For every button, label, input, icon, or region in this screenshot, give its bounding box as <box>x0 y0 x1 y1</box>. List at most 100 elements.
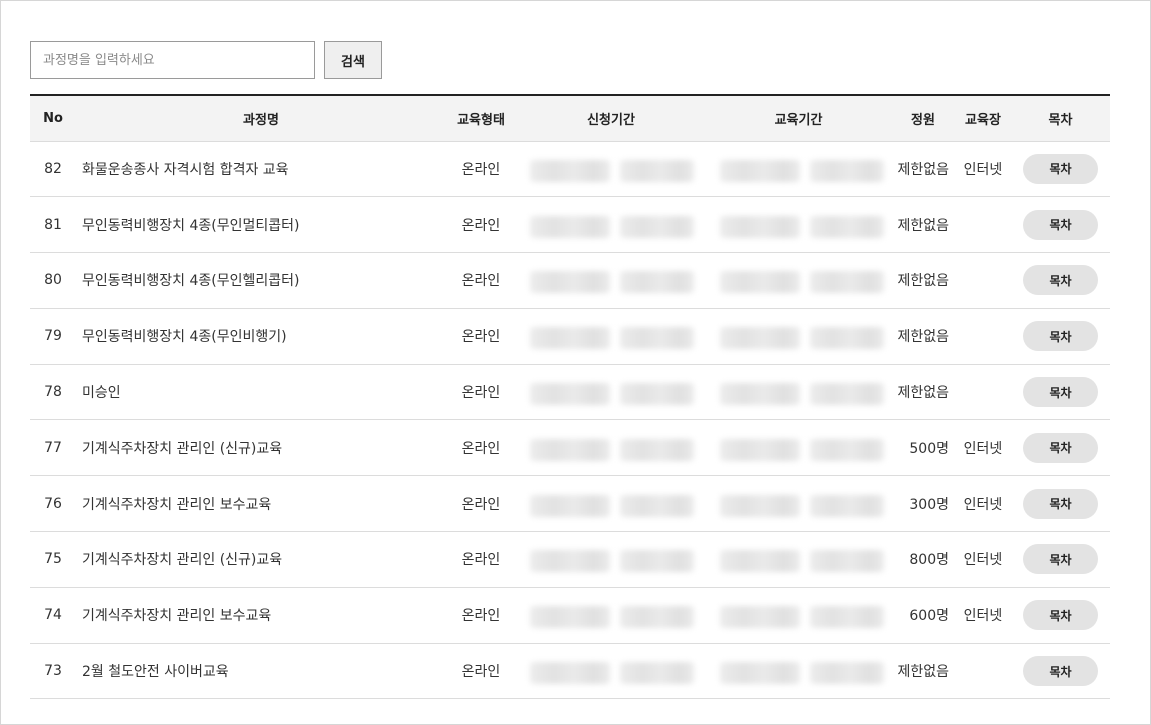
edu-type: 온라인 <box>461 217 501 234</box>
table-row: 73 2월 철도안전 사이버교육 온라인 제한없음 목차 <box>30 643 1110 699</box>
table-row: 79 무인동력비행장치 4종(무인비행기) 온라인 제한없음 목차 <box>30 308 1110 365</box>
apply-period-blurred <box>516 587 706 643</box>
header-type: 교육형태 <box>446 95 516 142</box>
edu-period-blurred <box>706 197 891 253</box>
course-title[interactable]: 기계식주차장치 관리인 (신규)교육 <box>76 420 446 476</box>
edu-type: 온라인 <box>461 664 501 681</box>
edu-place: 인터넷 <box>963 440 1003 457</box>
toc-button[interactable]: 목차 <box>1023 432 1098 463</box>
header-place: 교육장 <box>955 95 1011 142</box>
edu-period-blurred <box>706 420 891 476</box>
row-number: 79 <box>44 328 62 345</box>
capacity: 제한없음 <box>897 161 949 178</box>
edu-place <box>955 308 1011 364</box>
toc-button[interactable]: 목차 <box>1023 656 1098 687</box>
header-edu-period: 교육기간 <box>706 95 891 142</box>
course-title[interactable]: 화물운송종사 자격시험 합격자 교육 <box>76 141 446 197</box>
apply-period-blurred <box>516 197 706 253</box>
row-number: 74 <box>44 607 62 624</box>
edu-period-blurred <box>706 253 891 309</box>
course-title[interactable]: 무인동력비행장치 4종(무인비행기) <box>76 308 446 364</box>
course-title[interactable]: 무인동력비행장치 4종(무인헬리콥터) <box>76 253 446 309</box>
course-title[interactable]: 2월 철도안전 사이버교육 <box>76 643 446 699</box>
capacity: 제한없음 <box>897 273 949 290</box>
toc-cell: 목차 <box>1011 587 1110 643</box>
toc-button[interactable]: 목차 <box>1023 488 1098 519</box>
table-row: 82 화물운송종사 자격시험 합격자 교육 온라인 제한없음 인터넷 목차 <box>30 141 1110 197</box>
table-row: 81 무인동력비행장치 4종(무인멀티콥터) 온라인 제한없음 목차 <box>30 197 1110 253</box>
toc-cell: 목차 <box>1011 476 1110 532</box>
row-number: 82 <box>44 160 62 177</box>
table-row: 75 기계식주차장치 관리인 (신규)교육 온라인 800명 인터넷 목차 <box>30 532 1110 588</box>
edu-place: 인터넷 <box>963 608 1003 625</box>
edu-period-blurred <box>706 141 891 197</box>
apply-period-blurred <box>516 253 706 309</box>
table-row: 77 기계식주차장치 관리인 (신규)교육 온라인 500명 인터넷 목차 <box>30 420 1110 476</box>
capacity: 600명 <box>909 608 949 625</box>
header-no: No <box>30 95 76 142</box>
table-header-row: No 과정명 교육형태 신청기간 교육기간 정원 교육장 목차 <box>30 95 1110 142</box>
row-number: 77 <box>44 439 62 456</box>
search-input[interactable] <box>30 41 315 79</box>
edu-type: 온라인 <box>461 608 501 625</box>
toc-button[interactable]: 목차 <box>1023 377 1098 408</box>
edu-type: 온라인 <box>461 161 501 178</box>
course-title[interactable]: 기계식주차장치 관리인 보수교육 <box>76 587 446 643</box>
edu-type: 온라인 <box>461 329 501 346</box>
apply-period-blurred <box>516 420 706 476</box>
capacity: 제한없음 <box>897 664 949 681</box>
edu-period-blurred <box>706 587 891 643</box>
apply-period-blurred <box>516 532 706 588</box>
toc-button[interactable]: 목차 <box>1023 153 1098 184</box>
capacity: 500명 <box>909 440 949 457</box>
edu-period-blurred <box>706 364 891 420</box>
edu-place: 인터넷 <box>963 496 1003 513</box>
edu-type: 온라인 <box>461 273 501 290</box>
course-title[interactable]: 미승인 <box>76 364 446 420</box>
table-row: 78 미승인 온라인 제한없음 목차 <box>30 364 1110 420</box>
table-row: 80 무인동력비행장치 4종(무인헬리콥터) 온라인 제한없음 목차 <box>30 253 1110 309</box>
edu-place: 인터넷 <box>963 552 1003 569</box>
toc-button[interactable]: 목차 <box>1023 544 1098 575</box>
edu-type: 온라인 <box>461 385 501 402</box>
row-number: 76 <box>44 495 62 512</box>
capacity: 800명 <box>909 552 949 569</box>
row-number: 73 <box>44 663 62 680</box>
edu-place <box>955 643 1011 699</box>
apply-period-blurred <box>516 476 706 532</box>
edu-period-blurred <box>706 308 891 364</box>
header-apply-period: 신청기간 <box>516 95 706 142</box>
capacity: 제한없음 <box>897 385 949 402</box>
edu-place: 인터넷 <box>963 161 1003 178</box>
row-number: 81 <box>44 216 62 233</box>
edu-place <box>955 364 1011 420</box>
apply-period-blurred <box>516 141 706 197</box>
edu-period-blurred <box>706 643 891 699</box>
edu-period-blurred <box>706 532 891 588</box>
header-toc: 목차 <box>1011 95 1110 142</box>
row-number: 78 <box>44 384 62 401</box>
table-row: 74 기계식주차장치 관리인 보수교육 온라인 600명 인터넷 목차 <box>30 587 1110 644</box>
toc-button[interactable]: 목차 <box>1023 209 1098 240</box>
header-title: 과정명 <box>76 95 446 142</box>
toc-cell: 목차 <box>1011 364 1110 420</box>
edu-period-blurred <box>706 476 891 532</box>
row-number: 80 <box>44 272 62 289</box>
course-title[interactable]: 무인동력비행장치 4종(무인멀티콥터) <box>76 197 446 253</box>
apply-period-blurred <box>516 364 706 420</box>
toc-button[interactable]: 목차 <box>1023 321 1098 352</box>
toc-button[interactable]: 목차 <box>1023 600 1098 631</box>
course-title[interactable]: 기계식주차장치 관리인 (신규)교육 <box>76 532 446 588</box>
course-table: No 과정명 교육형태 신청기간 교육기간 정원 교육장 목차 82 화물운송종사… <box>30 94 1110 699</box>
course-title[interactable]: 기계식주차장치 관리인 보수교육 <box>76 476 446 532</box>
capacity: 제한없음 <box>897 329 949 346</box>
toc-button[interactable]: 목차 <box>1023 265 1098 296</box>
toc-cell: 목차 <box>1011 643 1110 699</box>
toc-cell: 목차 <box>1011 253 1110 309</box>
table-row: 76 기계식주차장치 관리인 보수교육 온라인 300명 인터넷 목차 <box>30 476 1110 532</box>
page-frame: 검색 No 과정명 교육형태 신청기간 교육기간 정원 교육장 목차 <box>0 0 1151 725</box>
toc-cell: 목차 <box>1011 420 1110 476</box>
search-button[interactable]: 검색 <box>324 41 382 79</box>
toc-cell: 목차 <box>1011 197 1110 253</box>
edu-type: 온라인 <box>461 552 501 569</box>
